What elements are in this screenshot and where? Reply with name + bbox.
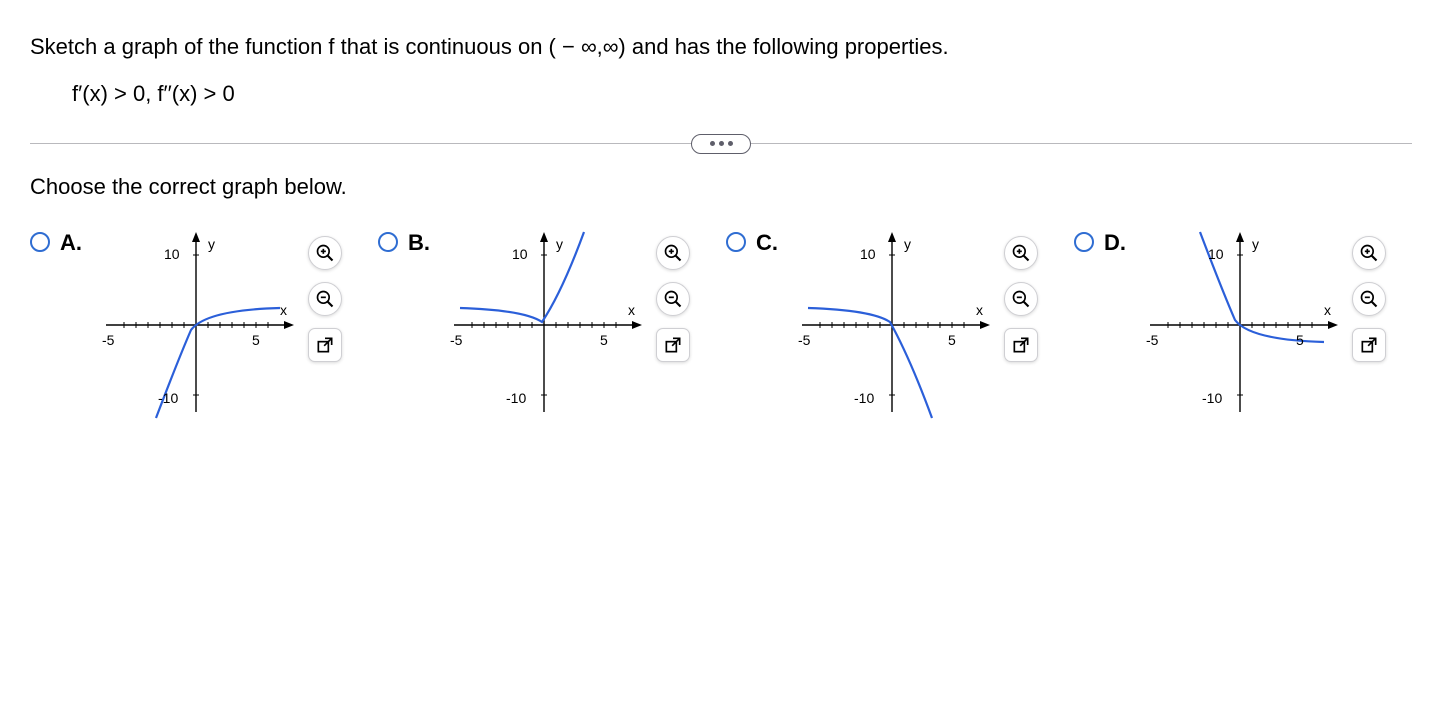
y-axis-label: y xyxy=(904,236,911,252)
radio-c[interactable] xyxy=(726,232,746,252)
zoom-out-icon xyxy=(1359,289,1379,309)
option-a: A. xyxy=(30,230,368,420)
options-row: A. xyxy=(0,230,1442,420)
graph-b: y 10 -10 x -5 5 xyxy=(444,230,644,420)
zoom-out-icon xyxy=(315,289,335,309)
zoom-out-button[interactable] xyxy=(656,282,690,316)
condition-text: f′(x) > 0, f′′(x) > 0 xyxy=(30,81,1412,107)
expand-button[interactable] xyxy=(691,134,751,154)
zoom-in-button[interactable] xyxy=(308,236,342,270)
option-label-b: B. xyxy=(408,230,430,256)
popout-button[interactable] xyxy=(1352,328,1386,362)
y-min-label: -10 xyxy=(854,390,874,406)
graph-c: y 10 -10 x -5 5 xyxy=(792,230,992,420)
popout-icon xyxy=(315,335,335,355)
radio-a[interactable] xyxy=(30,232,50,252)
x-axis-label: x xyxy=(628,302,635,318)
popout-button[interactable] xyxy=(308,328,342,362)
y-axis-label: y xyxy=(208,236,215,252)
option-c: C. xyxy=(726,230,1064,420)
popout-button[interactable] xyxy=(1004,328,1038,362)
x-axis-label: x xyxy=(280,302,287,318)
zoom-out-icon xyxy=(663,289,683,309)
option-label-c: C. xyxy=(756,230,778,256)
x-max-label: 5 xyxy=(948,332,956,348)
option-label-a: A. xyxy=(60,230,82,256)
zoom-in-icon xyxy=(663,243,683,263)
popout-icon xyxy=(663,335,683,355)
x-min-label: -5 xyxy=(798,332,810,348)
y-max-label: 10 xyxy=(860,246,876,262)
zoom-in-icon xyxy=(1011,243,1031,263)
x-min-label: -5 xyxy=(1146,332,1158,348)
x-axis-label: x xyxy=(1324,302,1331,318)
y-max-label: 10 xyxy=(164,246,180,262)
x-min-label: -5 xyxy=(102,332,114,348)
y-max-label: 10 xyxy=(1208,246,1224,262)
option-label-d: D. xyxy=(1104,230,1126,256)
zoom-out-button[interactable] xyxy=(308,282,342,316)
zoom-in-button[interactable] xyxy=(1352,236,1386,270)
radio-b[interactable] xyxy=(378,232,398,252)
popout-button[interactable] xyxy=(656,328,690,362)
option-d: D. xyxy=(1074,230,1412,420)
x-min-label: -5 xyxy=(450,332,462,348)
y-max-label: 10 xyxy=(512,246,528,262)
x-axis-label: x xyxy=(976,302,983,318)
y-axis-label: y xyxy=(556,236,563,252)
x-max-label: 5 xyxy=(1296,332,1304,348)
zoom-out-icon xyxy=(1011,289,1031,309)
graph-d: y 10 -10 x -5 5 xyxy=(1140,230,1340,420)
zoom-in-icon xyxy=(1359,243,1379,263)
radio-d[interactable] xyxy=(1074,232,1094,252)
popout-icon xyxy=(1359,335,1379,355)
y-min-label: -10 xyxy=(1202,390,1222,406)
choose-prompt: Choose the correct graph below. xyxy=(0,174,1442,230)
zoom-out-button[interactable] xyxy=(1352,282,1386,316)
graph-a: y 10 -10 x -5 5 xyxy=(96,230,296,420)
x-max-label: 5 xyxy=(252,332,260,348)
zoom-in-button[interactable] xyxy=(1004,236,1038,270)
y-axis-label: y xyxy=(1252,236,1259,252)
y-min-label: -10 xyxy=(158,390,178,406)
option-b: B. xyxy=(378,230,716,420)
popout-icon xyxy=(1011,335,1031,355)
zoom-out-button[interactable] xyxy=(1004,282,1038,316)
x-max-label: 5 xyxy=(600,332,608,348)
zoom-in-button[interactable] xyxy=(656,236,690,270)
y-min-label: -10 xyxy=(506,390,526,406)
zoom-in-icon xyxy=(315,243,335,263)
question-text: Sketch a graph of the function f that is… xyxy=(30,30,1412,63)
